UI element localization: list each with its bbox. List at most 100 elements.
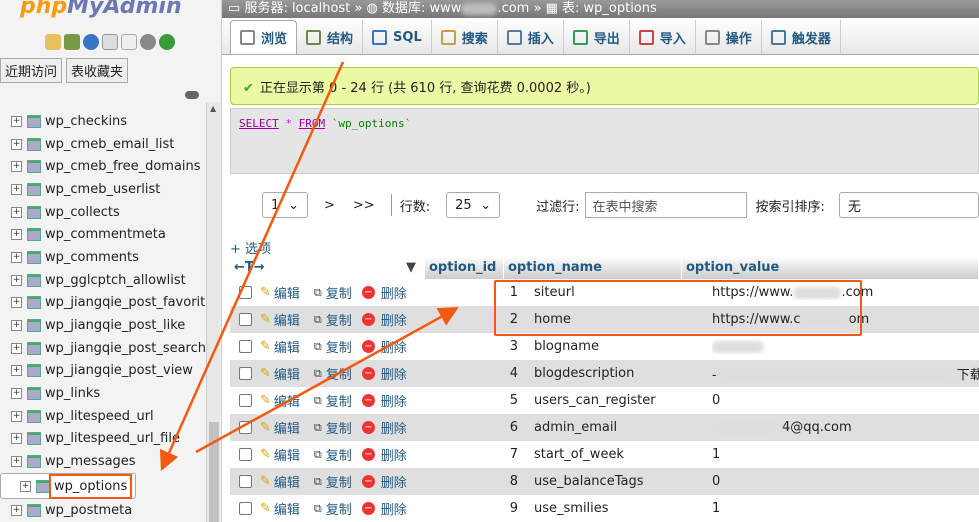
tab-7[interactable]: 操作 [696, 20, 762, 54]
tree-item-label[interactable]: wp_collects [45, 205, 120, 220]
tree-item-label[interactable]: wp_cmeb_free_domains [45, 159, 201, 174]
tab-3[interactable]: 搜索 [432, 20, 498, 54]
copy-link[interactable]: 复制 [326, 472, 352, 491]
cell-name[interactable]: use_smilies [534, 501, 712, 516]
delete-link[interactable]: 删除 [381, 364, 407, 383]
tree-item[interactable]: + wp_jiangqie_post_favorit [0, 292, 206, 315]
tree-item[interactable]: + wp_links [0, 382, 206, 405]
delete-icon[interactable]: − [361, 313, 375, 326]
delete-link[interactable]: 删除 [381, 499, 407, 518]
row-checkbox[interactable] [238, 475, 252, 488]
tree-item-label[interactable]: wp_litespeed_url [45, 409, 154, 424]
expand-icon[interactable]: + [11, 320, 22, 332]
delete-icon[interactable]: − [361, 394, 375, 407]
edit-link[interactable]: 编辑 [274, 472, 300, 491]
tree-item[interactable]: + wp_cmeb_free_domains [0, 155, 206, 178]
expand-icon[interactable]: + [11, 183, 22, 195]
delete-icon[interactable]: − [361, 367, 375, 380]
reload-icon[interactable] [159, 34, 175, 50]
delete-link[interactable]: 删除 [381, 391, 407, 410]
cell-id[interactable]: 3 [456, 339, 534, 354]
cell-id[interactable]: 7 [456, 447, 534, 462]
expand-icon[interactable]: + [11, 229, 22, 241]
expand-icon[interactable]: + [11, 206, 22, 218]
expand-icon[interactable]: + [20, 480, 31, 492]
cell-value[interactable]: - [712, 368, 717, 383]
edit-link[interactable]: 编辑 [274, 418, 300, 437]
delete-icon[interactable]: − [361, 286, 375, 299]
tab-6[interactable]: 导入 [630, 20, 696, 54]
delete-icon[interactable]: − [361, 340, 375, 353]
row-checkbox[interactable] [238, 367, 252, 380]
pencil-icon[interactable]: ✎ [260, 366, 271, 381]
copy-link[interactable]: 复制 [326, 445, 352, 464]
copy-link[interactable]: 复制 [326, 283, 352, 302]
filter-input[interactable]: 在表中搜索 [585, 192, 748, 218]
row-checkbox[interactable] [238, 340, 252, 353]
edit-link[interactable]: 编辑 [274, 391, 300, 410]
pencil-icon[interactable]: ✎ [260, 339, 271, 354]
sort-select[interactable]: 无 [838, 192, 979, 218]
cell-value-suffix[interactable]: 下载,网 [957, 368, 979, 383]
edit-link[interactable]: 编辑 [274, 364, 300, 383]
header-option-value[interactable]: option_value [682, 256, 979, 279]
tree-item-label[interactable]: wp_jiangqie_post_view [45, 363, 193, 378]
cell-name[interactable]: admin_email [534, 420, 712, 435]
copy-icon[interactable]: ⧉ [314, 421, 322, 435]
phpmyadmin-logo[interactable]: phpMyAdmin [20, 0, 182, 19]
row-checkbox[interactable] [238, 502, 252, 515]
copy-icon[interactable]: ⧉ [314, 502, 322, 516]
pencil-icon[interactable]: ✎ [260, 474, 271, 489]
tree-item[interactable]: + wp_messages [0, 450, 206, 473]
copy-icon[interactable]: ⧉ [314, 448, 322, 462]
cell-name[interactable]: start_of_week [534, 447, 712, 462]
pencil-icon[interactable]: ✎ [260, 285, 271, 300]
copy-icon[interactable]: ⧉ [314, 286, 322, 300]
delete-link[interactable]: 删除 [381, 283, 407, 302]
expand-icon[interactable]: + [11, 251, 22, 263]
row-checkbox[interactable] [238, 313, 252, 326]
tree-item[interactable]: + wp_checkins [0, 110, 206, 133]
rows-select[interactable]: 25 ⌄ [446, 192, 501, 218]
tree-item-label[interactable]: wp_litespeed_url_file [45, 431, 180, 446]
tree-item-label[interactable]: wp_jiangqie_post_like [45, 318, 185, 333]
cell-name[interactable]: blogname [534, 339, 712, 354]
tab-5[interactable]: 导出 [564, 20, 630, 54]
delete-icon[interactable]: − [361, 448, 375, 461]
next-page-button[interactable]: > [316, 192, 343, 218]
copy-icon[interactable]: ⧉ [314, 340, 322, 354]
pencil-icon[interactable]: ✎ [260, 501, 271, 516]
delete-link[interactable]: 删除 [381, 337, 407, 356]
tree-item-label[interactable]: wp_checkins [45, 114, 127, 129]
tab-1[interactable]: 结构 [297, 20, 364, 54]
breadcrumb-table[interactable]: 表: wp_options [562, 1, 657, 16]
breadcrumb-db[interactable]: 数据库: www [382, 1, 461, 16]
cell-value-suffix[interactable]: 4@qq.com [782, 420, 852, 435]
expand-icon[interactable]: + [11, 410, 22, 422]
tree-item[interactable]: + wp_cmeb_email_list [0, 133, 206, 156]
breadcrumb-db-suffix[interactable]: .com [497, 1, 529, 16]
row-checkbox[interactable] [238, 286, 252, 299]
tree-item-label[interactable]: wp_jiangqie_post_search [45, 341, 206, 356]
link-icon[interactable] [185, 91, 199, 99]
tree-item[interactable]: + wp_jiangqie_post_search [0, 337, 206, 360]
pencil-icon[interactable]: ✎ [260, 447, 271, 462]
tree-item[interactable]: + wp_options [0, 473, 137, 499]
tree-item[interactable]: + wp_commentmeta [0, 223, 206, 246]
docs-icon[interactable] [102, 34, 118, 50]
copy-link[interactable]: 复制 [326, 364, 352, 383]
tree-item[interactable]: + wp_jiangqie_post_view [0, 360, 206, 383]
delete-icon[interactable]: − [361, 502, 375, 515]
cell-name[interactable]: use_balanceTags [534, 474, 712, 489]
expand-icon[interactable]: + [11, 504, 22, 516]
header-option-name[interactable]: option_name [504, 256, 682, 279]
recent-tab[interactable]: 近期访问 [0, 58, 63, 83]
copy-icon[interactable]: ⧉ [314, 475, 322, 489]
cell-id[interactable]: 8 [456, 474, 534, 489]
edit-link[interactable]: 编辑 [274, 337, 300, 356]
copy-link[interactable]: 复制 [326, 418, 352, 437]
expand-icon[interactable]: + [11, 433, 22, 445]
tab-2[interactable]: SQL [363, 20, 432, 54]
copy-icon[interactable]: ⧉ [314, 367, 322, 381]
delete-link[interactable]: 删除 [381, 445, 407, 464]
